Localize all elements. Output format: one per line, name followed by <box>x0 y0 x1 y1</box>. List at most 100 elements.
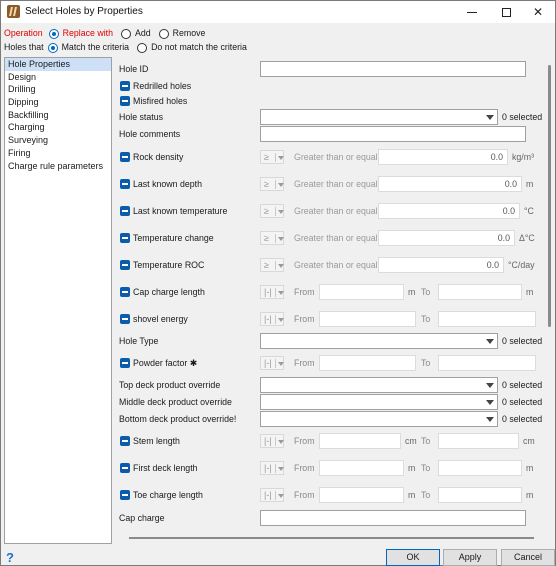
operation-replace-radio[interactable]: Replace with <box>48 28 113 39</box>
middle-deck-combo[interactable] <box>260 394 498 410</box>
first-deck-length-operator[interactable]: |-| <box>260 461 284 475</box>
last-known-temperature-value[interactable]: 0.0 <box>378 203 520 219</box>
horizontal-scrollbar[interactable] <box>129 537 534 539</box>
nav-item-design[interactable]: Design <box>5 71 111 84</box>
rock-density-value[interactable]: 0.0 <box>378 149 508 165</box>
powder-factor-operator[interactable]: |-| <box>260 356 284 370</box>
toe-charge-length-checkbox[interactable] <box>120 490 130 500</box>
powder-factor-checkbox[interactable] <box>120 358 130 368</box>
redrilled-row: Redrilled holes <box>114 78 544 94</box>
nav-item-backfilling[interactable]: Backfilling <box>5 109 111 122</box>
nav-item-charging[interactable]: Charging <box>5 121 111 134</box>
vertical-scroll-thumb[interactable] <box>548 65 551 327</box>
vertical-scrollbar[interactable] <box>545 59 553 539</box>
temperature-roc-operator[interactable]: ≥ <box>260 258 284 272</box>
operation-add-radio[interactable]: Add <box>121 28 151 39</box>
not-match-criteria-radio[interactable]: Do not match the criteria <box>137 42 247 53</box>
temperature-roc-value[interactable]: 0.0 <box>378 257 504 273</box>
last-known-depth-operator[interactable]: ≥ <box>260 177 284 191</box>
shovel-energy-checkbox[interactable] <box>120 314 130 324</box>
dialog-window: Select Holes by Properties ✕ Operation R… <box>0 0 556 566</box>
not-match-criteria-label: Do not match the criteria <box>151 42 247 52</box>
hole-type-count: 0 selected <box>502 336 543 346</box>
powder-factor-label-text: Powder factor <box>133 358 188 368</box>
nav-item-surveying[interactable]: Surveying <box>5 134 111 147</box>
ok-button[interactable]: OK <box>386 549 440 566</box>
temperature-change-value[interactable]: 0.0 <box>378 230 515 246</box>
cap-charge-length-to-input[interactable] <box>438 284 522 300</box>
shovel-energy-from-input[interactable] <box>319 311 416 327</box>
bottom-deck-count: 0 selected <box>502 414 543 424</box>
first-deck-length-to-input[interactable] <box>438 460 522 476</box>
hole-type-combo[interactable] <box>260 333 498 349</box>
toe-charge-length-to-input[interactable] <box>438 487 522 503</box>
nav-item-hole-properties[interactable]: Hole Properties <box>5 58 111 71</box>
shovel-energy-operator[interactable]: |-| <box>260 312 284 326</box>
powder-factor-row: Powder factor ✱ |-| From To <box>114 355 544 371</box>
maximize-button[interactable] <box>489 1 523 23</box>
top-deck-combo[interactable] <box>260 377 498 393</box>
temperature-change-checkbox[interactable] <box>120 233 130 243</box>
last-known-temperature-checkbox[interactable] <box>120 206 130 216</box>
temperature-roc-checkbox[interactable] <box>120 260 130 270</box>
first-deck-length-checkbox[interactable] <box>120 463 130 473</box>
rock-density-checkbox[interactable] <box>120 152 130 162</box>
rock-density-op-text: Greater than or equal <box>294 152 378 162</box>
misfired-checkbox[interactable] <box>120 96 130 106</box>
toe-charge-length-from-input[interactable] <box>319 487 404 503</box>
app-logo-icon <box>7 5 20 18</box>
cancel-button[interactable]: Cancel <box>501 549 555 566</box>
cap-charge-length-from-input[interactable] <box>319 284 404 300</box>
nav-item-drilling[interactable]: Drilling <box>5 83 111 96</box>
temperature-change-operator[interactable]: ≥ <box>260 231 284 245</box>
cap-charge-input[interactable] <box>260 510 526 526</box>
temperature-roc-unit: °C/day <box>508 260 535 270</box>
operation-remove-radio[interactable]: Remove <box>158 28 205 39</box>
stem-length-to-input[interactable] <box>438 433 519 449</box>
toe-charge-length-from-label: From <box>294 490 315 500</box>
chevron-down-icon <box>278 291 284 295</box>
top-deck-row: Top deck product override 0 selected <box>114 377 544 393</box>
nav-item-dipping[interactable]: Dipping <box>5 96 111 109</box>
last-known-depth-checkbox[interactable] <box>120 179 130 189</box>
toe-charge-length-label: Toe charge length <box>133 490 203 500</box>
criteria-form: Hole ID Redrilled holes Misfired holes H… <box>114 57 544 539</box>
match-criteria-radio[interactable]: Match the criteria <box>47 42 129 53</box>
minimize-button[interactable] <box>455 1 489 23</box>
range-icon: |-| <box>264 358 272 368</box>
cap-charge-length-checkbox[interactable] <box>120 287 130 297</box>
stem-length-from-label: From <box>294 436 315 446</box>
shovel-energy-to-input[interactable] <box>438 311 536 327</box>
title-bar: Select Holes by Properties ✕ <box>1 1 555 23</box>
help-icon[interactable]: ? <box>6 550 18 565</box>
hole-id-input[interactable] <box>260 61 526 77</box>
apply-button[interactable]: Apply <box>443 549 497 566</box>
hole-status-row: Hole status 0 selected <box>114 109 544 125</box>
first-deck-length-from-input[interactable] <box>319 460 404 476</box>
hole-status-combo[interactable] <box>260 109 498 125</box>
toe-charge-length-operator[interactable]: |-| <box>260 488 284 502</box>
first-deck-length-to-label: To <box>421 463 431 473</box>
powder-factor-to-input[interactable] <box>438 355 536 371</box>
misfired-row: Misfired holes <box>114 93 544 109</box>
hole-comments-input[interactable] <box>260 126 526 142</box>
radio-icon <box>137 42 148 53</box>
shovel-energy-row: shovel energy |-| From To <box>114 311 544 327</box>
last-known-depth-row: Last known depth ≥ Greater than or equal… <box>114 176 544 192</box>
last-known-depth-label: Last known depth <box>133 179 202 189</box>
last-known-depth-value[interactable]: 0.0 <box>378 176 522 192</box>
close-button[interactable]: ✕ <box>521 1 555 23</box>
stem-length-from-input[interactable] <box>319 433 401 449</box>
redrilled-checkbox[interactable] <box>120 81 130 91</box>
category-list: Hole Properties Design Drilling Dipping … <box>4 57 112 544</box>
cap-charge-length-operator[interactable]: |-| <box>260 285 284 299</box>
nav-item-firing[interactable]: Firing <box>5 147 111 160</box>
bottom-deck-combo[interactable] <box>260 411 498 427</box>
rock-density-operator[interactable]: ≥ <box>260 150 284 164</box>
stem-length-operator[interactable]: |-| <box>260 434 284 448</box>
last-known-temperature-operator[interactable]: ≥ <box>260 204 284 218</box>
powder-factor-from-input[interactable] <box>319 355 416 371</box>
stem-length-checkbox[interactable] <box>120 436 130 446</box>
nav-item-charge-rule-parameters[interactable]: Charge rule parameters <box>5 160 111 173</box>
hole-type-label: Hole Type <box>119 336 159 346</box>
